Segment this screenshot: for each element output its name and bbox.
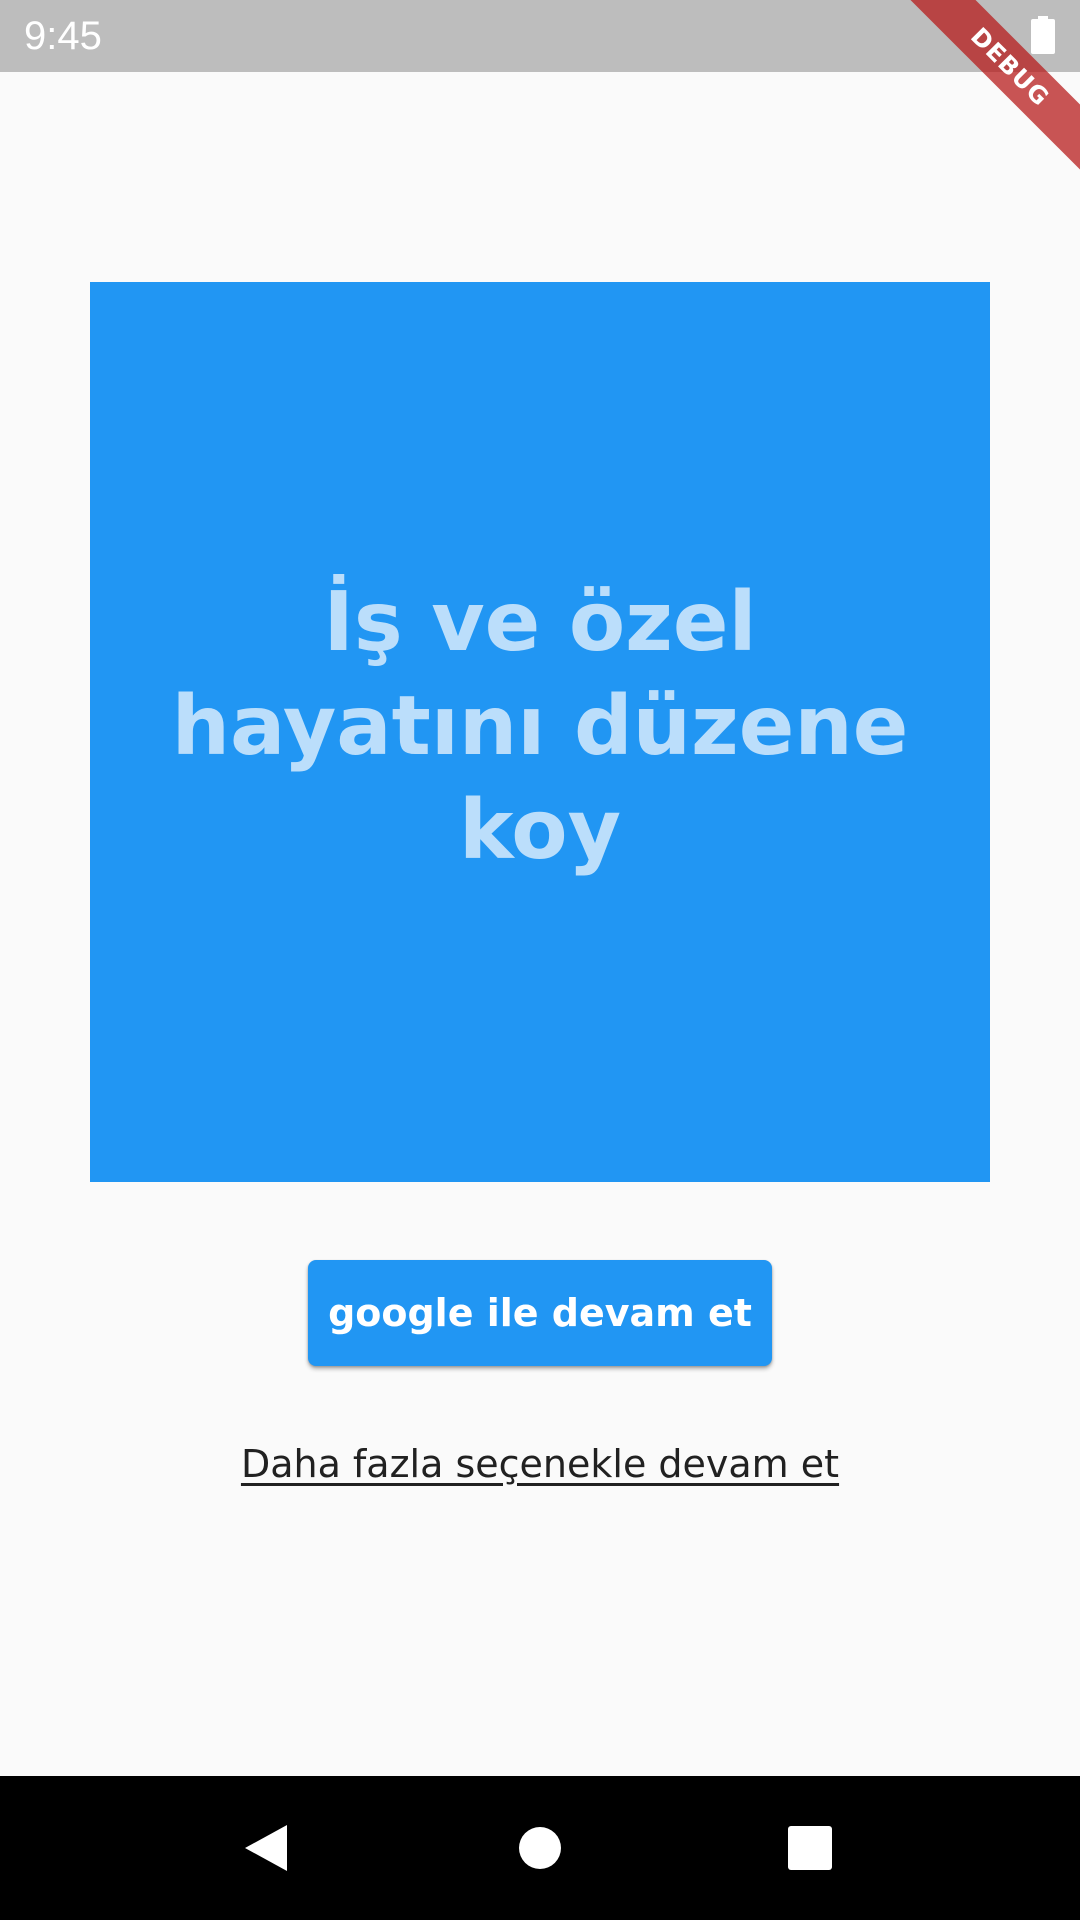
home-circle-icon xyxy=(519,1827,561,1869)
back-triangle-icon xyxy=(245,1825,287,1871)
navigation-bar xyxy=(0,1776,1080,1920)
status-bar: 9:45 xyxy=(0,0,1080,72)
home-button[interactable] xyxy=(468,1776,612,1920)
recents-square-icon xyxy=(788,1826,832,1870)
back-button[interactable] xyxy=(194,1776,338,1920)
more-options-link[interactable]: Daha fazla seçenekle devam et xyxy=(0,1442,1080,1486)
battery-full-icon xyxy=(1031,16,1055,54)
hero-card: İş ve özel hayatını düzene koy xyxy=(90,282,990,1182)
app-screen: 9:45 DEBUG İş ve özel hayatını düzene ko… xyxy=(0,0,1080,1920)
status-time: 9:45 xyxy=(24,14,102,58)
recents-button[interactable] xyxy=(738,1776,882,1920)
hero-text: İş ve özel hayatını düzene koy xyxy=(171,575,909,878)
google-continue-button[interactable]: google ile devam et xyxy=(308,1260,772,1366)
